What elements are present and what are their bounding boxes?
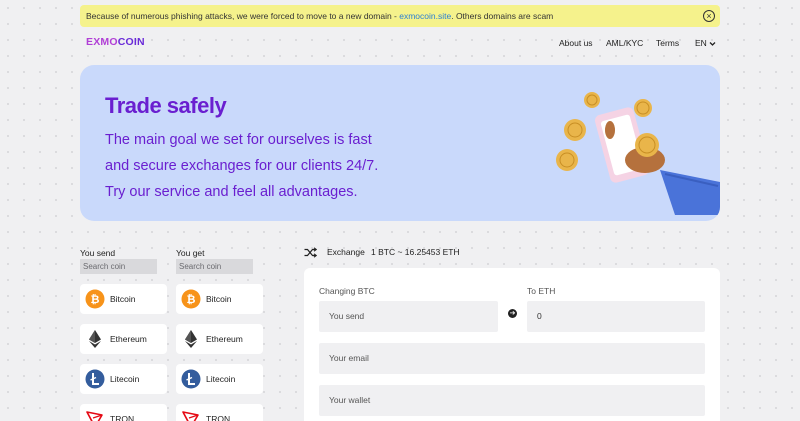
hand-phone-coins-illustration <box>556 92 720 215</box>
language-selector[interactable]: EN <box>695 38 716 48</box>
you-get-label: You get <box>176 248 205 258</box>
bitcoin-icon: ₿ <box>85 289 105 309</box>
nav-about-link[interactable]: About us <box>559 38 593 48</box>
receive-amount-field[interactable]: 0 <box>527 301 705 332</box>
logo-exmo: EXMO <box>86 36 118 48</box>
litecoin-icon <box>85 369 105 389</box>
bitcoin-icon: ₿ <box>181 289 201 309</box>
coin-name: Ethereum <box>206 334 243 344</box>
hero-description: The main goal we set for ourselves is fa… <box>105 127 445 205</box>
banner-text-before: Because of numerous phishing attacks, we… <box>86 11 400 21</box>
to-label: To ETH <box>527 286 556 296</box>
tron-icon <box>182 411 199 421</box>
send-search-input[interactable]: Search coin <box>80 259 157 274</box>
svg-text:₿: ₿ <box>187 293 196 306</box>
nav-aml-kyc-link[interactable]: AML/KYC <box>606 38 643 48</box>
send-coin-litecoin[interactable]: Litecoin <box>80 364 167 394</box>
hero-line-2: and secure exchanges for our clients 24/… <box>105 158 379 174</box>
litecoin-icon <box>181 369 201 389</box>
coin-name: TRON <box>110 414 135 421</box>
get-coin-tron[interactable]: TRON <box>176 404 263 421</box>
email-input[interactable]: Your email <box>319 343 705 374</box>
tron-icon <box>86 411 103 421</box>
get-coin-litecoin[interactable]: Litecoin <box>176 364 263 394</box>
language-label: EN <box>695 38 707 48</box>
hero-banner: Trade safely The main goal we set for ou… <box>80 65 720 221</box>
send-coin-tron[interactable]: TRON <box>80 404 167 421</box>
exchange-label: Exchange <box>327 247 365 257</box>
nav-terms-link[interactable]: Terms <box>656 38 679 48</box>
logo[interactable]: EXMOCOIN <box>86 36 145 48</box>
changing-label: Changing BTC <box>319 286 375 296</box>
svg-text:₿: ₿ <box>91 293 100 306</box>
coin-name: Ethereum <box>110 334 147 344</box>
get-search-input[interactable]: Search coin <box>176 259 253 274</box>
you-send-label: You send <box>80 248 116 258</box>
banner-text-after: . Others domains are scam <box>451 11 554 21</box>
get-coin-bitcoin[interactable]: ₿ Bitcoin <box>176 284 263 314</box>
chevron-down-icon <box>709 41 716 46</box>
send-coin-bitcoin[interactable]: ₿ Bitcoin <box>80 284 167 314</box>
arrow-right-icon: ➔ <box>508 309 517 318</box>
coin-name: Bitcoin <box>206 294 232 304</box>
wallet-input[interactable]: Your wallet <box>319 385 705 416</box>
logo-coin: COIN <box>117 36 145 48</box>
exchange-rate: 1 BTC ~ 16.25453 ETH <box>371 247 460 257</box>
ethereum-icon <box>89 330 101 348</box>
send-amount-input[interactable]: You send <box>319 301 498 332</box>
send-coin-ethereum[interactable]: Ethereum <box>80 324 167 354</box>
hero-title: Trade safely <box>105 93 227 118</box>
get-coin-ethereum[interactable]: Ethereum <box>176 324 263 354</box>
coin-name: Litecoin <box>110 374 140 384</box>
close-icon[interactable]: × <box>703 10 715 22</box>
phishing-warning-banner: Because of numerous phishing attacks, we… <box>80 5 720 27</box>
coin-name: Bitcoin <box>110 294 136 304</box>
new-domain-link[interactable]: exmocoin.site <box>399 11 451 21</box>
hero-line-3: Try our service and feel all advantages. <box>105 184 358 200</box>
shuffle-icon <box>304 247 317 258</box>
ethereum-icon <box>185 330 197 348</box>
coin-name: Litecoin <box>206 374 236 384</box>
hero-line-1: The main goal we set for ourselves is fa… <box>105 132 372 148</box>
coin-name: TRON <box>206 414 231 421</box>
